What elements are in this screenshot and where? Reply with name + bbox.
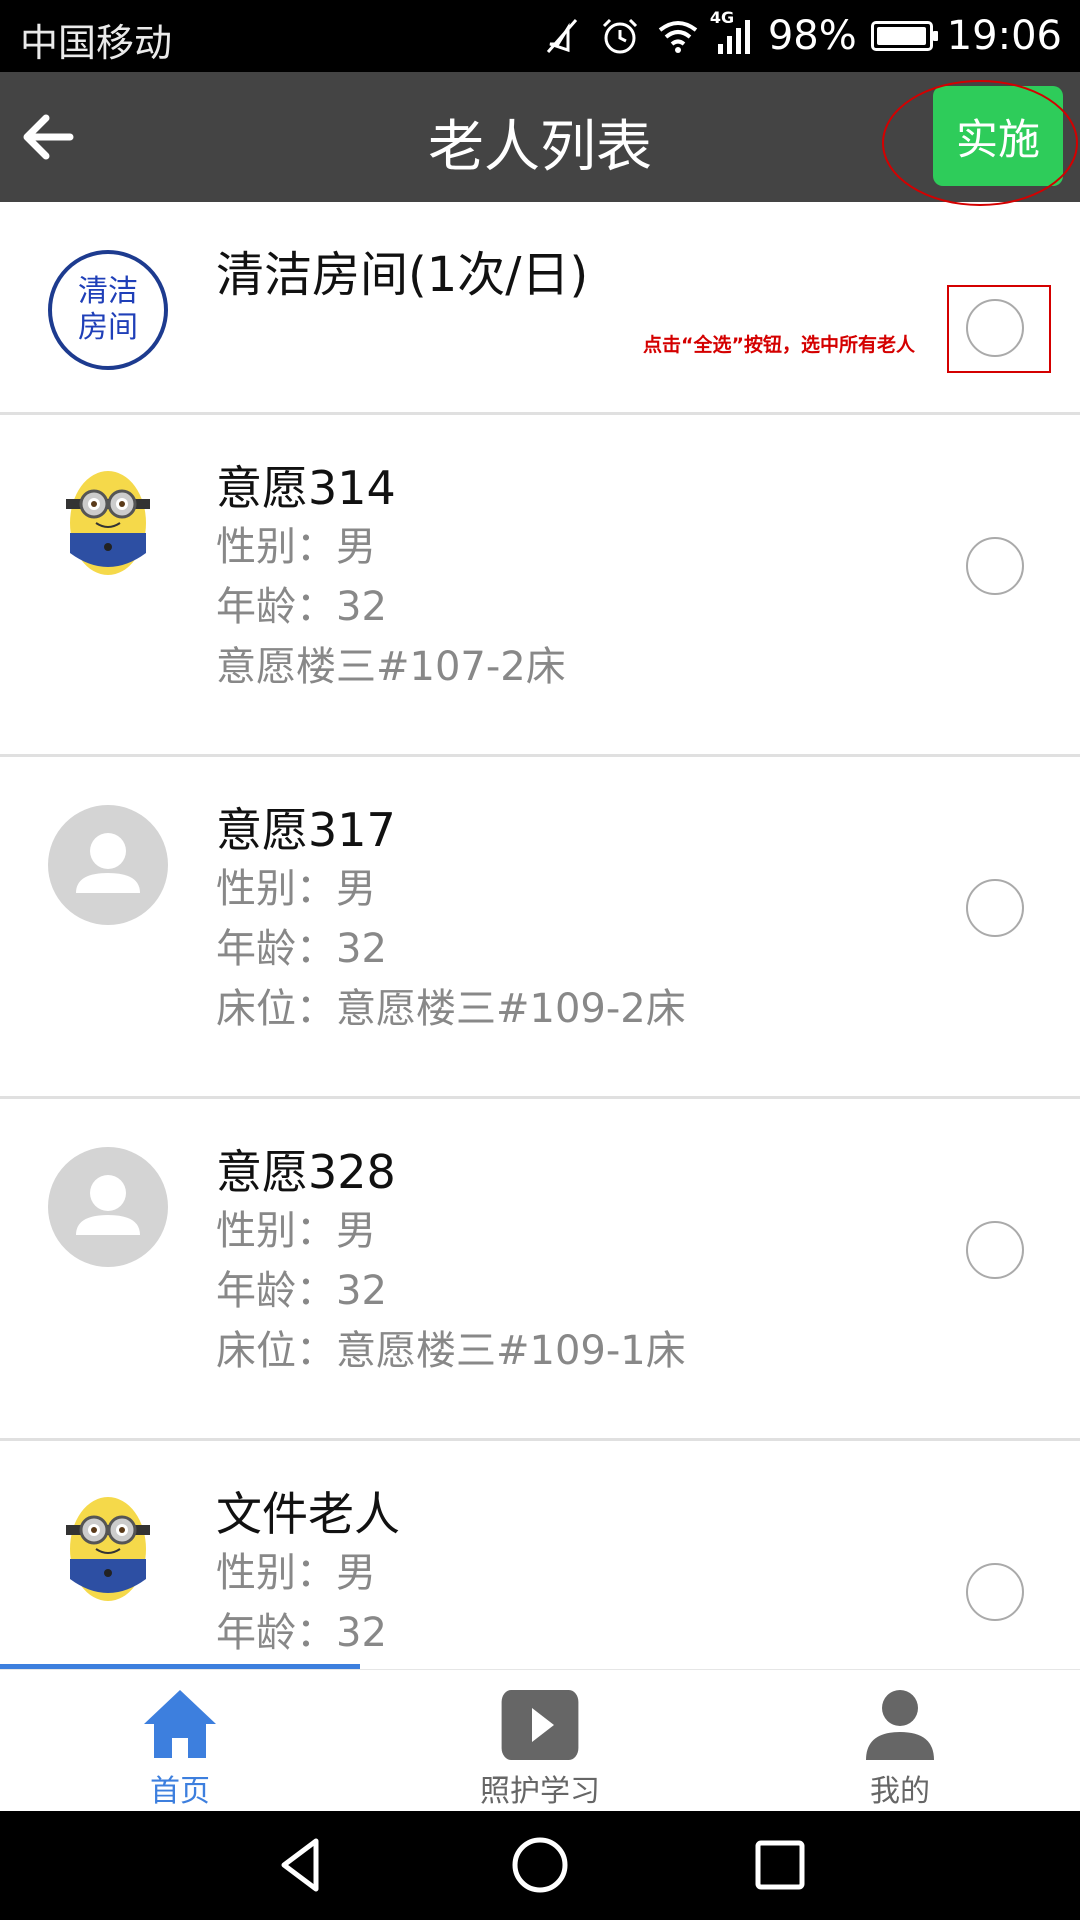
- elder-bed: 意愿楼三#107-2床: [216, 644, 566, 690]
- minion-avatar: [66, 1497, 150, 1601]
- elder-age: 年龄：32: [216, 1268, 387, 1314]
- elder-info: 文件老人 性别：男 年龄：32: [216, 1485, 400, 1663]
- wifi-icon: [658, 21, 698, 53]
- tab-label: 照护学习: [480, 1774, 600, 1809]
- list-item[interactable]: 意愿328 性别：男 年龄：32 床位：意愿楼三#109-1床: [0, 1099, 1080, 1441]
- carrier-label: 中国移动: [20, 21, 173, 65]
- elder-gender: 性别：男: [216, 524, 376, 570]
- bottom-tab-bar: 首页 照护学习 我的: [0, 1669, 1080, 1812]
- elder-info: 意愿328 性别：男 年龄：32 床位：意愿楼三#109-1床: [216, 1143, 686, 1381]
- elder-gender: 性别：男: [216, 866, 376, 912]
- nav-recents-icon[interactable]: [748, 1833, 812, 1897]
- default-person-avatar: [48, 1147, 168, 1267]
- elder-bed: 床位：意愿楼三#109-1床: [216, 1328, 686, 1374]
- tab-care-learning[interactable]: 照护学习: [360, 1670, 720, 1812]
- alarm-icon: [602, 18, 637, 54]
- list-item[interactable]: 意愿314 性别：男 年龄：32 意愿楼三#107-2床: [0, 415, 1080, 757]
- elder-info: 意愿314 性别：男 年龄：32 意愿楼三#107-2床: [216, 459, 566, 697]
- clock: 19:06: [946, 13, 1062, 59]
- elder-info: 意愿317 性别：男 年龄：32 床位：意愿楼三#109-2床: [216, 801, 686, 1039]
- battery-icon: [870, 21, 938, 51]
- status-icons: 4G 98% 19:06: [540, 8, 1062, 64]
- elder-name: 意愿314: [216, 461, 396, 515]
- default-person-avatar: [48, 805, 168, 925]
- select-radio[interactable]: [966, 537, 1024, 595]
- battery-percent: 98%: [767, 13, 857, 59]
- elder-bed: 床位：意愿楼三#109-2床: [216, 986, 686, 1032]
- select-radio[interactable]: [966, 879, 1024, 937]
- elder-name: 意愿328: [216, 1145, 396, 1199]
- app-header: 老人列表 实施: [0, 72, 1080, 202]
- task-info: 清洁房间(1次/日): [216, 246, 588, 310]
- select-radio[interactable]: [966, 1221, 1024, 1279]
- nav-back-icon[interactable]: [270, 1833, 334, 1897]
- user-icon: [866, 1690, 934, 1760]
- tab-home[interactable]: 首页: [0, 1670, 360, 1812]
- task-row: 清洁房间 清洁房间(1次/日) 点击“全选”按钮，选中所有老人: [0, 202, 1080, 415]
- signal-icon: 4G: [710, 8, 754, 58]
- elder-name: 文件老人: [216, 1487, 400, 1541]
- elder-gender: 性别：男: [216, 1550, 376, 1596]
- person-icon: [76, 1175, 140, 1235]
- tab-label: 首页: [150, 1774, 210, 1809]
- elder-age: 年龄：32: [216, 926, 387, 972]
- minion-avatar: [66, 471, 150, 575]
- elder-age: 年龄：32: [216, 584, 387, 630]
- elder-age: 年龄：32: [216, 1610, 387, 1656]
- mute-icon: [546, 19, 577, 53]
- task-title: 清洁房间(1次/日): [216, 247, 589, 303]
- tab-mine[interactable]: 我的: [720, 1670, 1080, 1812]
- select-all-radio[interactable]: [966, 299, 1024, 357]
- home-icon: [144, 1690, 216, 1758]
- elder-name: 意愿317: [216, 803, 396, 857]
- page-title: 老人列表: [428, 115, 652, 180]
- elder-gender: 性别：男: [216, 1208, 376, 1254]
- tab-label: 我的: [870, 1774, 930, 1809]
- annotation-text: 点击“全选”按钮，选中所有老人: [643, 334, 915, 356]
- elder-list: 清洁房间 清洁房间(1次/日) 点击“全选”按钮，选中所有老人 意愿314 性别…: [0, 202, 1080, 1783]
- select-radio[interactable]: [966, 1563, 1024, 1621]
- person-icon: [76, 833, 140, 893]
- status-bar: 中国移动 4G 98% 19:06: [0, 0, 1080, 72]
- nav-home-icon[interactable]: [508, 1833, 572, 1897]
- system-nav-bar: [0, 1811, 1080, 1920]
- task-logo: 清洁房间: [48, 250, 168, 370]
- list-item[interactable]: 意愿317 性别：男 年龄：32 床位：意愿楼三#109-2床: [0, 757, 1080, 1099]
- implement-button[interactable]: 实施: [933, 86, 1063, 186]
- video-play-icon: [501, 1690, 579, 1760]
